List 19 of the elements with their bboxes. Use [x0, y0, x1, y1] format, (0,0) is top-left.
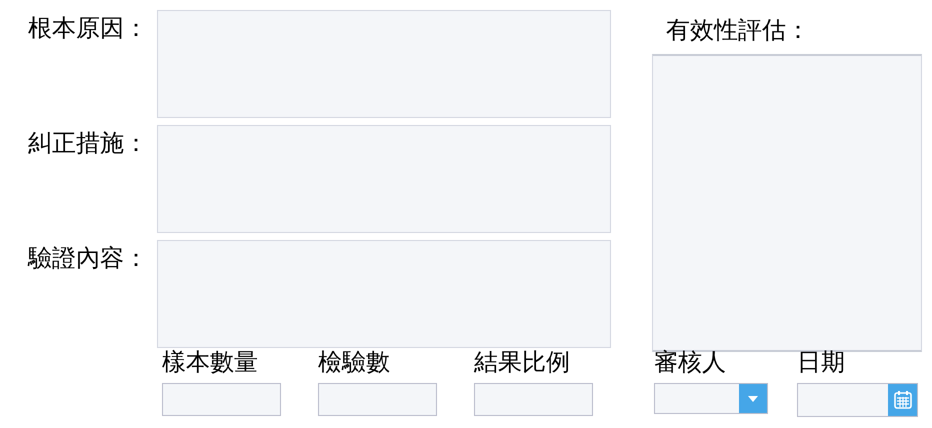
- field-label: 結果比例: [474, 350, 570, 374]
- field-label: 日期: [797, 350, 845, 374]
- date-field[interactable]: [797, 383, 918, 417]
- field-label: 根本原因：: [27, 16, 149, 40]
- field-label: 糾正措施：: [27, 131, 149, 155]
- input-field[interactable]: [318, 383, 437, 416]
- field-label: 驗證內容：: [26, 246, 149, 270]
- input-field[interactable]: [474, 383, 593, 416]
- field-label: 檢驗數: [318, 350, 390, 374]
- field-label: 樣本數量: [162, 350, 258, 374]
- caret-icon: [748, 396, 758, 402]
- dropdown-field[interactable]: [654, 383, 768, 414]
- text-area[interactable]: [157, 125, 611, 233]
- field-label: 有效性評估：: [666, 18, 811, 42]
- input-field[interactable]: [162, 383, 281, 416]
- text-area[interactable]: [157, 240, 611, 348]
- field-label: 審核人: [654, 350, 726, 374]
- calendar-icon: [892, 390, 912, 410]
- text-area[interactable]: [157, 10, 611, 118]
